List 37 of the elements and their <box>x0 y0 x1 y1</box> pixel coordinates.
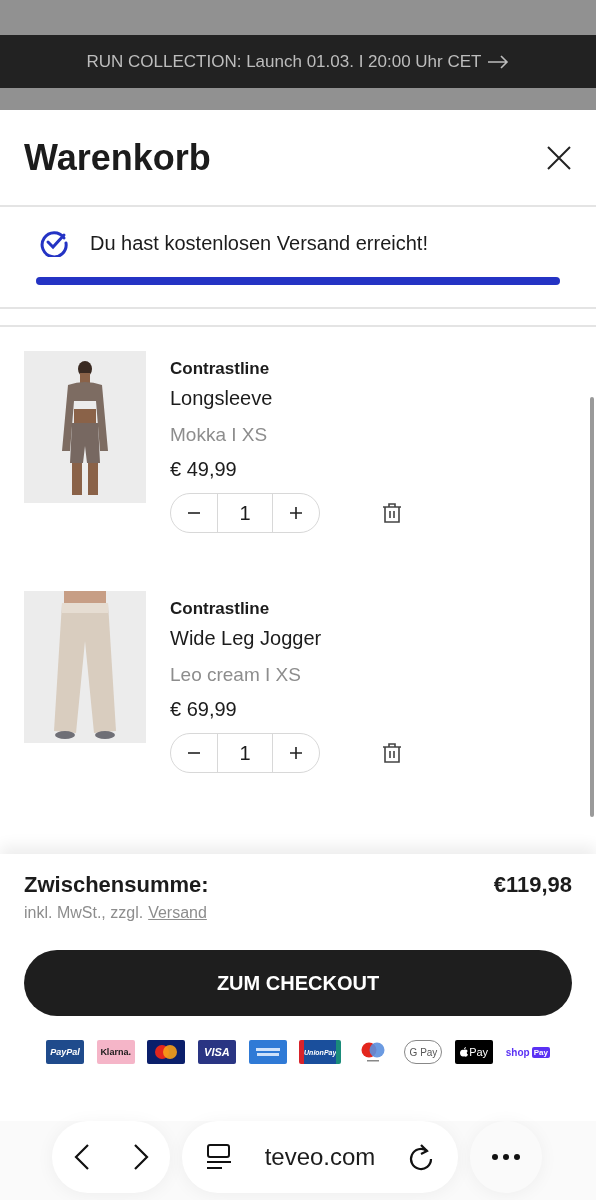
tax-note: inkl. MwSt., zzgl. <box>24 904 144 922</box>
product-price: € 49,99 <box>170 458 238 481</box>
klarna-logo: Klarna. <box>96 1040 135 1064</box>
checkout-button[interactable]: ZUM CHECKOUT <box>24 950 572 1016</box>
product-variant: Leo cream I XS <box>170 664 302 686</box>
forward-icon[interactable] <box>132 1143 149 1171</box>
trash-icon[interactable] <box>382 742 402 764</box>
cart-title: Warenkorb <box>24 136 211 179</box>
paypal-logo: PayPal <box>46 1040 84 1064</box>
reload-icon[interactable] <box>408 1143 434 1171</box>
mastercard-logo <box>147 1040 186 1064</box>
subtotal-amount: €119,98 <box>493 872 572 898</box>
url-text: teveo.com <box>264 1143 376 1171</box>
product-brand: Contrastline <box>170 359 271 379</box>
product-name[interactable]: Longsleeve <box>170 387 402 410</box>
announcement-text: RUN COLLECTION: Launch 01.03. I 20:00 Uhr CET <box>86 51 482 72</box>
apple-pay-logo: Pay <box>455 1040 494 1064</box>
scrollbar[interactable] <box>590 397 594 817</box>
amex-logo <box>248 1040 287 1064</box>
announcement-bar[interactable]: RUN COLLECTION: Launch 01.03. I 20:00 Uhr CET <box>0 35 596 88</box>
address-bar[interactable]: teveo.com <box>182 1121 458 1193</box>
product-variant: Mokka I XS <box>170 424 269 446</box>
product-price: € 69,99 <box>170 698 238 721</box>
shop-pay-logo: shop Pay <box>505 1045 550 1060</box>
trash-icon[interactable] <box>382 502 402 524</box>
product-name[interactable]: Wide Leg Jogger <box>170 627 402 650</box>
arrow-right-icon <box>487 54 510 69</box>
product-brand: Contrastline <box>170 599 271 619</box>
free-shipping-message: Du hast kostenlosen Versand erreicht! <box>90 231 428 255</box>
reader-icon[interactable] <box>206 1143 232 1171</box>
quantity-value[interactable]: 1 <box>217 494 273 532</box>
visa-logo: VISA <box>197 1040 236 1064</box>
back-icon[interactable] <box>73 1143 90 1171</box>
check-circle-icon <box>40 229 68 257</box>
close-icon[interactable] <box>546 144 572 171</box>
quantity-value[interactable]: 1 <box>217 734 273 772</box>
subtotal-label: Zwischensumme: <box>24 872 209 898</box>
